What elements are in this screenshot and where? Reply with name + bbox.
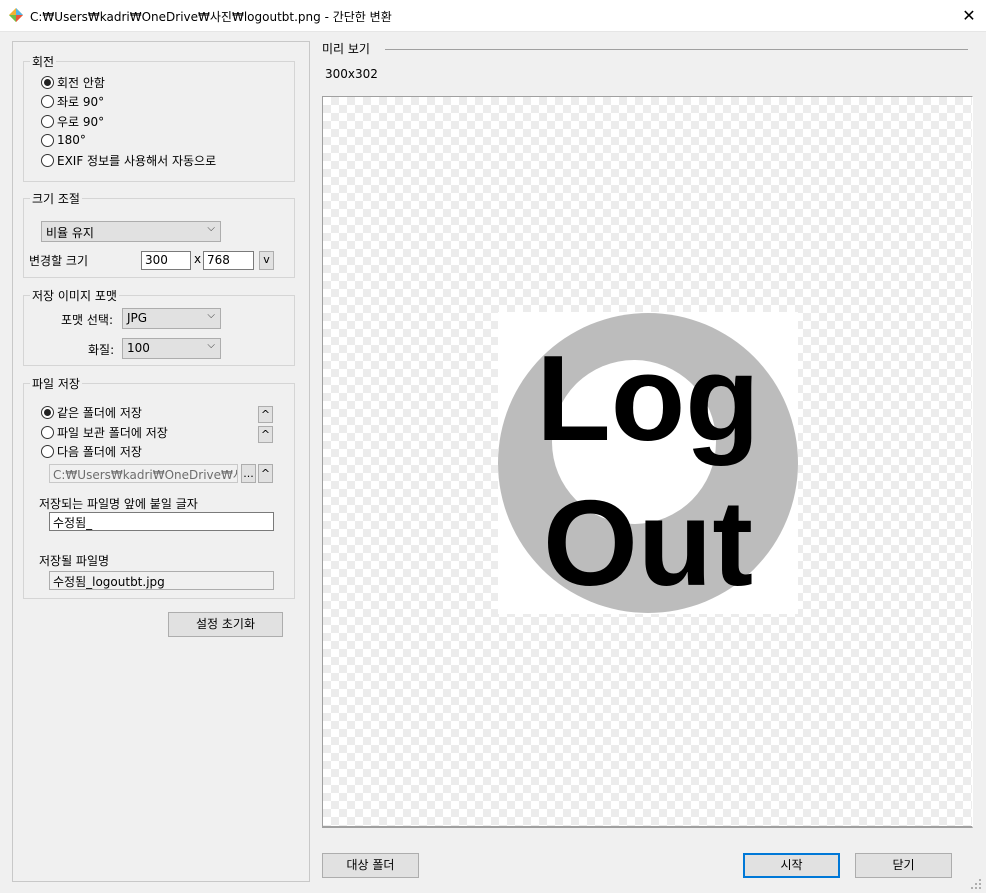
resize-x-separator: x xyxy=(194,252,202,266)
chevron-down-icon: ⌵ xyxy=(207,340,215,351)
radio-icon xyxy=(41,426,54,439)
radio-icon xyxy=(41,115,54,128)
close-button[interactable]: 닫기 xyxy=(855,853,952,878)
resize-toggle-button[interactable]: v xyxy=(259,251,274,270)
same-folder-up-button[interactable]: ^ xyxy=(258,406,273,423)
filename-label: 저장될 파일명 xyxy=(39,554,110,568)
format-select[interactable]: JPG ⌵ xyxy=(122,308,221,329)
title-bar: C:₩Users₩kadri₩OneDrive₩사진₩logoutbt.png … xyxy=(0,0,986,32)
resize-mode-select[interactable]: 비율 유지 ⌵ xyxy=(41,221,221,242)
rotation-option-exif[interactable]: EXIF 정보를 사용해서 자동으로 xyxy=(41,152,216,169)
resize-width-input[interactable]: 300 xyxy=(141,251,191,270)
window-title: C:₩Users₩kadri₩OneDrive₩사진₩logoutbt.png … xyxy=(30,10,392,24)
settings-panel: 회전 회전 안함 좌로 90° 우로 90° 180° EXIF 정보를 사용해… xyxy=(12,41,310,882)
chevron-down-icon: ⌵ xyxy=(207,223,215,234)
reset-settings-button[interactable]: 설정 초기화 xyxy=(168,612,283,637)
radio-selected-icon xyxy=(41,76,54,89)
prefix-input[interactable]: 수정됨_ xyxy=(49,512,274,531)
target-folder-button[interactable]: 대상 폴더 xyxy=(322,853,419,878)
radio-icon xyxy=(41,445,54,458)
resize-legend: 크기 조절 xyxy=(30,190,82,207)
resize-group: 크기 조절 비율 유지 ⌵ 변경할 크기 300 x 768 v xyxy=(23,190,295,278)
format-legend: 저장 이미지 포맷 xyxy=(30,287,119,304)
close-window-icon[interactable]: ✕ xyxy=(952,0,986,31)
save-option-next-folder[interactable]: 다음 폴더에 저장 xyxy=(41,443,142,460)
rotation-group: 회전 회전 안함 좌로 90° 우로 90° 180° EXIF 정보를 사용해… xyxy=(23,53,295,182)
preview-label: 미리 보기 xyxy=(322,42,370,56)
radio-icon xyxy=(41,133,54,147)
preview-divider xyxy=(385,49,968,50)
start-button[interactable]: 시작 xyxy=(743,853,840,878)
browse-folder-button[interactable]: ... xyxy=(241,464,256,483)
rotation-option-left-90[interactable]: 좌로 90° xyxy=(41,93,104,110)
radio-icon xyxy=(41,95,54,108)
quality-select[interactable]: 100 ⌵ xyxy=(122,338,221,359)
archive-folder-up-button[interactable]: ^ xyxy=(258,426,273,443)
radio-selected-icon xyxy=(41,406,54,419)
file-save-group: 파일 저장 같은 폴더에 저장 파일 보관 폴더에 저장 다음 폴더에 저장 ^… xyxy=(23,375,295,599)
save-option-same-folder[interactable]: 같은 폴더에 저장 xyxy=(41,404,142,421)
format-select-label: 포맷 선택: xyxy=(61,313,114,327)
rotation-option-180[interactable]: 180° xyxy=(41,133,86,147)
rotation-legend: 회전 xyxy=(30,53,57,70)
save-option-archive-folder[interactable]: 파일 보관 폴더에 저장 xyxy=(41,424,168,441)
resize-size-label: 변경할 크기 xyxy=(29,254,89,268)
logo-text-line2: Out xyxy=(543,475,753,611)
file-save-legend: 파일 저장 xyxy=(30,375,82,392)
folder-path-input[interactable]: C:₩Users₩kadri₩OneDrive₩사진₩ xyxy=(49,464,238,483)
quality-label: 화질: xyxy=(88,343,115,357)
next-folder-up-button[interactable]: ^ xyxy=(258,464,273,483)
logo-text-line1: Log xyxy=(536,330,760,466)
format-group: 저장 이미지 포맷 포맷 선택: JPG ⌵ 화질: 100 ⌵ xyxy=(23,287,295,366)
prefix-label: 저장되는 파일명 앞에 붙일 글자 xyxy=(39,497,198,511)
resize-grip-icon[interactable] xyxy=(970,878,982,890)
preview-canvas: Log Out xyxy=(322,96,973,828)
app-icon xyxy=(9,8,23,22)
rotation-option-none[interactable]: 회전 안함 xyxy=(41,74,105,91)
resize-height-input[interactable]: 768 xyxy=(203,251,254,270)
radio-icon xyxy=(41,154,54,167)
preview-dimensions: 300x302 xyxy=(325,67,378,81)
preview-image: Log Out xyxy=(498,312,798,614)
filename-output: 수정됨_logoutbt.jpg xyxy=(49,571,274,590)
rotation-option-right-90[interactable]: 우로 90° xyxy=(41,113,104,130)
chevron-down-icon: ⌵ xyxy=(207,310,215,321)
